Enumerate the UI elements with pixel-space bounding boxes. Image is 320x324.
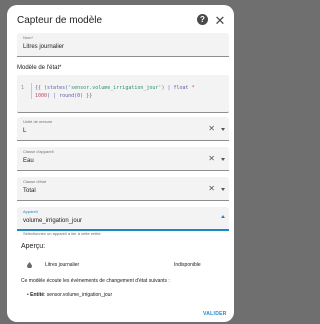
name-field-label: Nom* (23, 35, 34, 40)
preview-entity-state: Indisponible (174, 262, 201, 268)
state-class-label: Classe d'état (23, 179, 46, 184)
dialog-title: Capteur de modèle (17, 15, 103, 26)
code-line-1: {{ (states('sensor.volume_irrigation_jou… (35, 85, 195, 91)
validate-button[interactable]: VALIDER (203, 311, 227, 317)
clear-icon[interactable]: ✕ (208, 125, 215, 133)
chevron-down-icon[interactable] (221, 127, 225, 131)
chevron-down-icon[interactable] (221, 157, 225, 161)
code-line-2: 1000) | round(0) }} (35, 93, 93, 99)
clear-icon[interactable]: ✕ (208, 155, 215, 163)
template-sensor-dialog: Capteur de modèle ? ✕ Nom* Litres journa… (7, 5, 234, 322)
gutter-divider (31, 83, 32, 99)
device-helper-text: Sélectionnez un appareil à lier à cette … (23, 231, 101, 236)
unit-field-value: L (23, 128, 27, 134)
device-class-field[interactable]: Classe d'appareil Eau ✕ (17, 147, 229, 171)
template-editor[interactable]: 1 {{ (states('sensor.volume_irrigation_j… (17, 75, 229, 113)
chevron-down-icon[interactable] (221, 187, 225, 191)
device-field[interactable]: Appareil volume_irrigation_jour (17, 207, 229, 231)
close-icon[interactable]: ✕ (214, 14, 226, 27)
device-field-label: Appareil (23, 209, 38, 214)
name-field-value: Litres journalier (23, 44, 65, 50)
preview-entity-name: Litres journalier (45, 262, 80, 268)
chevron-up-icon[interactable] (221, 215, 225, 218)
name-field[interactable]: Nom* Litres journalier (17, 33, 229, 57)
listen-entity-item: • Entité: sensor.volume_irrigation_jour (27, 292, 113, 298)
template-label: Modèle de l'état* (17, 65, 62, 71)
unit-field[interactable]: Unité de mesure L ✕ (17, 117, 229, 141)
device-class-label: Classe d'appareil (23, 149, 54, 154)
line-number: 1 (21, 85, 25, 91)
listen-description: Ce modèle écoute les événements de chang… (21, 278, 170, 284)
unit-field-label: Unité de mesure (23, 119, 53, 124)
help-icon[interactable]: ? (197, 14, 208, 25)
state-class-field[interactable]: Classe d'état Total ✕ (17, 177, 229, 201)
device-field-value: volume_irrigation_jour (23, 218, 83, 224)
preview-title: Aperçu: (21, 243, 46, 250)
water-drop-icon (27, 262, 32, 268)
clear-icon[interactable]: ✕ (208, 185, 215, 193)
device-class-value: Eau (23, 158, 34, 164)
state-class-value: Total (23, 188, 36, 194)
